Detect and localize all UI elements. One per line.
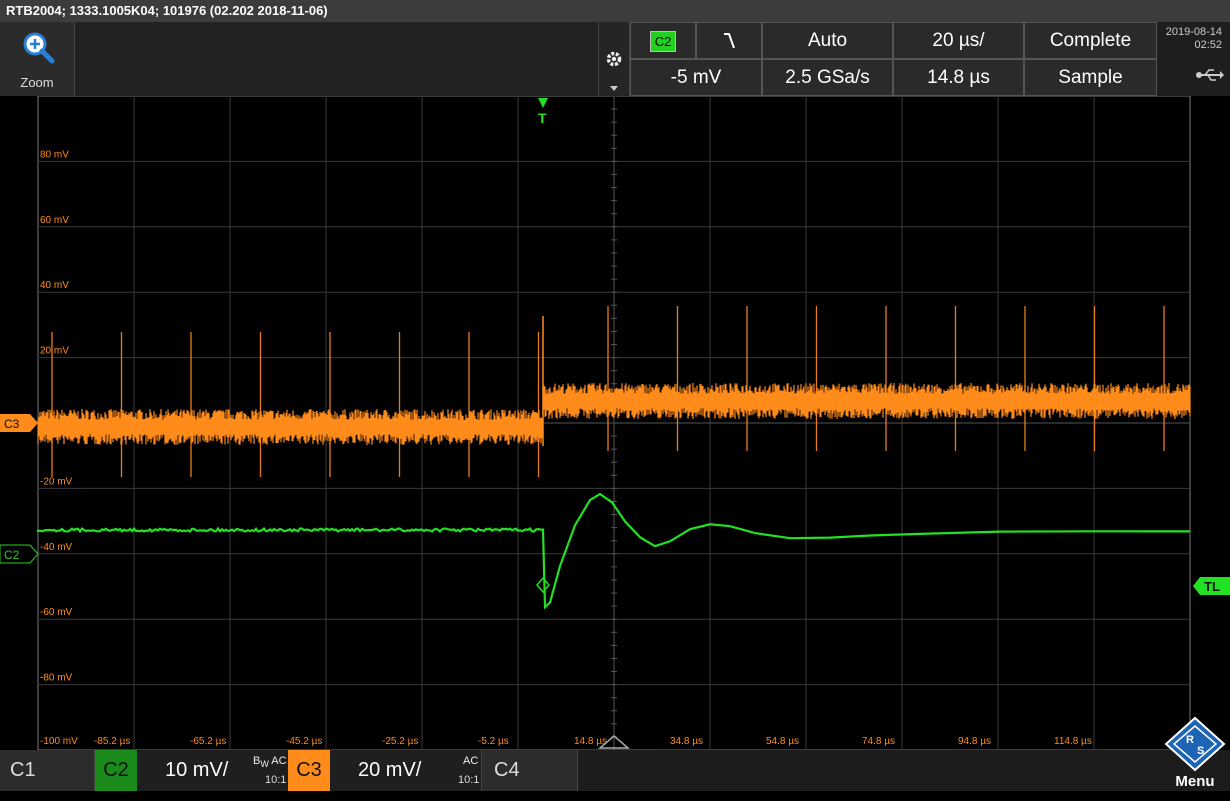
acquisition-state[interactable]: Complete: [1024, 22, 1157, 59]
c2-offset-label: C2: [4, 548, 20, 562]
svg-text:R: R: [1186, 734, 1194, 746]
x-axis-label: 34.8 µs: [670, 736, 703, 747]
x-axis-label: -45.2 µs: [286, 736, 322, 747]
usb-icon: [1196, 69, 1224, 81]
x-axis-label: 54.8 µs: [766, 736, 799, 747]
time-label: 02:52: [1194, 39, 1222, 51]
zoom-button[interactable]: Zoom: [0, 22, 75, 96]
settings-button[interactable]: [598, 22, 630, 96]
top-empty-area: [75, 22, 598, 96]
trigger-position-label: T: [538, 110, 547, 126]
trigger-slope[interactable]: [696, 22, 762, 59]
channel-c3-button[interactable]: C3 20 mV/ AC 10:1: [288, 750, 481, 791]
acquisition-mode[interactable]: Sample: [1024, 59, 1157, 96]
y-axis-label: 80 mV: [40, 149, 69, 160]
y-axis-label: -80 mV: [40, 673, 73, 684]
timebase-scale[interactable]: 20 µs/: [893, 22, 1024, 59]
y-axis-label: -40 mV: [40, 542, 73, 553]
x-axis-label: 74.8 µs: [862, 736, 895, 747]
trigger-point-marker: [536, 576, 550, 594]
zoom-in-icon: [23, 32, 55, 64]
channel-c2-label: C2: [95, 750, 137, 791]
channel-c3-scale: 20 mV/: [358, 759, 422, 781]
trigger-mode[interactable]: Auto: [762, 22, 893, 59]
y-axis-label: -60 mV: [40, 607, 73, 618]
x-axis-label: -5.2 µs: [478, 736, 509, 747]
channel-c4-button[interactable]: C4: [481, 750, 578, 791]
x-axis-label: 94.8 µs: [958, 736, 991, 747]
menu-button[interactable]: R S Menu: [1160, 716, 1230, 791]
menu-label: Menu: [1175, 773, 1215, 790]
gear-icon: [606, 51, 622, 67]
channel-c2-scale: 10 mV/: [165, 759, 229, 781]
y-axis-label: 60 mV: [40, 215, 69, 226]
channel-c3-probe: 10:1: [458, 774, 480, 786]
channel-c2-probe: 10:1: [265, 774, 287, 786]
x-axis-label: 114.8 µs: [1054, 736, 1092, 747]
acquisition-mode-label: Sample: [1058, 66, 1123, 88]
c3-offset-label: C3: [4, 417, 20, 431]
window-title: RTB2004; 1333.1005K04; 101976 (02.202 20…: [0, 0, 1230, 22]
x-axis-label: -85.2 µs: [94, 736, 130, 747]
datetime: 2019-08-14 02:52: [1157, 22, 1230, 96]
trigger-level-label: TL: [1204, 579, 1220, 594]
zoom-label: Zoom: [20, 75, 54, 90]
acquisition-state-label: Complete: [1049, 29, 1132, 51]
date-label: 2019-08-14: [1165, 26, 1222, 38]
trigger-level-label: -5 mV: [670, 66, 722, 88]
dropdown-arrow-icon: [610, 86, 618, 91]
trigger-source[interactable]: C2: [630, 22, 696, 59]
trigger-position-marker: [538, 98, 548, 108]
x-axis-label: -25.2 µs: [382, 736, 418, 747]
trigger-level[interactable]: -5 mV: [630, 59, 762, 96]
channel-c2-button[interactable]: C2 10 mV/ BW AC 10:1: [95, 750, 288, 791]
timebase-scale-label: 20 µs/: [932, 29, 985, 51]
trigger-mode-label: Auto: [807, 29, 848, 51]
horizontal-position-label: 14.8 µs: [927, 66, 990, 88]
sample-rate-label: 2.5 GSa/s: [785, 66, 870, 88]
svg-text:S: S: [1197, 745, 1204, 757]
trigger-source-badge: C2: [649, 30, 677, 52]
channel-c4-label: C4: [494, 759, 520, 781]
y-axis-label: 40 mV: [40, 280, 69, 291]
waveform-svg[interactable]: 80 mV 60 mV 40 mV 20 mV -20 mV -40 mV -60 mV -8…: [0, 95, 1230, 751]
channel-c1-label: C1: [10, 759, 36, 781]
sample-rate[interactable]: 2.5 GSa/s: [762, 59, 893, 96]
channel-c3-label: C3: [288, 750, 330, 791]
y-axis-label: -20 mV: [40, 476, 73, 487]
waveform-display[interactable]: 80 mV 60 mV 40 mV 20 mV -20 mV -40 mV -60 mV -8…: [0, 95, 1230, 751]
falling-edge-icon: [724, 33, 735, 49]
y-axis-label: 20 mV: [40, 346, 69, 357]
y-axis-label: -100 mV: [40, 736, 78, 747]
channel-c1-button[interactable]: C1: [0, 750, 95, 791]
horizontal-position[interactable]: 14.8 µs: [893, 59, 1024, 96]
rs-logo: R S: [1164, 716, 1226, 772]
x-axis-label: -65.2 µs: [190, 736, 226, 747]
